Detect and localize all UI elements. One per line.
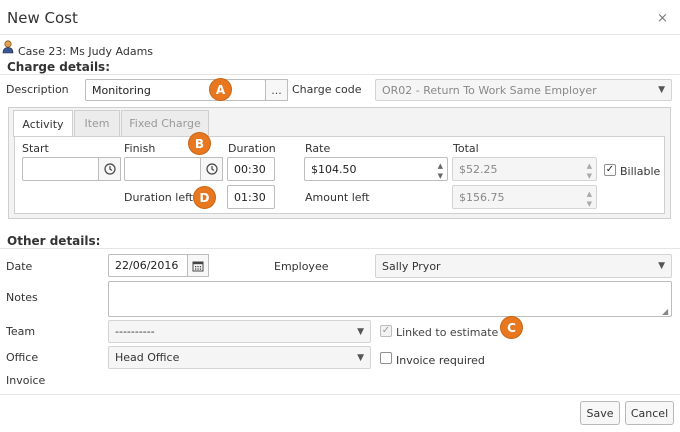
office-value: Head Office xyxy=(115,351,180,364)
date-picker-button[interactable] xyxy=(187,254,209,277)
rate-spinner[interactable]: ▲ ▼ xyxy=(438,161,443,180)
clock-icon xyxy=(103,163,116,175)
billable-label: Billable xyxy=(620,165,661,178)
footer-divider xyxy=(0,394,680,395)
start-time-input[interactable] xyxy=(22,157,99,181)
tab-fixed-charge[interactable]: Fixed Charge xyxy=(121,110,209,136)
check-icon: ✓ xyxy=(605,164,615,175)
amount-left-spinner: ▲ ▼ xyxy=(586,189,592,208)
duration-left-input[interactable]: 01:30 xyxy=(227,185,275,209)
spin-up-icon[interactable]: ▲ xyxy=(438,161,443,171)
chevron-down-icon: ▼ xyxy=(357,352,364,363)
team-select[interactable]: ---------- ▼ xyxy=(108,320,371,343)
spin-down-icon: ▼ xyxy=(586,200,592,208)
total-value: $52.25 xyxy=(459,162,498,176)
start-label: Start xyxy=(22,142,49,155)
charge-code-label: Charge code xyxy=(292,83,362,96)
tab-activity[interactable]: Activity xyxy=(13,110,73,137)
chevron-down-icon: ▼ xyxy=(357,326,364,337)
close-icon[interactable]: × xyxy=(657,11,668,26)
other-details-heading: Other details: xyxy=(7,234,101,248)
rate-input[interactable]: $104.50 ▲ ▼ xyxy=(304,157,448,181)
finish-time-input[interactable] xyxy=(124,157,201,181)
total-label: Total xyxy=(453,142,479,155)
start-clock-button[interactable] xyxy=(98,157,121,181)
charge-code-select[interactable]: OR02 - Return To Work Same Employer ▼ xyxy=(375,79,672,101)
charge-code-value: OR02 - Return To Work Same Employer xyxy=(382,83,597,97)
title-divider xyxy=(0,34,680,35)
description-label: Description xyxy=(6,83,69,96)
invoice-required-label: Invoice required xyxy=(396,354,485,367)
invoice-label: Invoice xyxy=(6,374,46,387)
finish-clock-button[interactable] xyxy=(200,157,223,181)
duration-left-label: Duration left xyxy=(124,191,194,204)
clock-icon xyxy=(205,163,218,175)
linked-to-estimate-label: Linked to estimate xyxy=(396,326,499,339)
check-icon: ✓ xyxy=(381,325,391,336)
spin-up-icon: ▲ xyxy=(586,162,592,170)
callout-badge-a: A xyxy=(210,79,231,100)
tab-item[interactable]: Item xyxy=(74,110,120,136)
employee-value: Sally Pryor xyxy=(382,259,441,273)
chevron-down-icon: ▼ xyxy=(658,85,665,95)
office-label: Office xyxy=(6,351,39,364)
office-select[interactable]: Head Office ▼ xyxy=(108,346,371,369)
linked-to-estimate-checkbox: ✓ xyxy=(380,325,392,337)
date-label: Date xyxy=(6,260,33,273)
date-input[interactable]: 22/06/2016 xyxy=(108,254,188,277)
finish-label: Finish xyxy=(124,142,156,155)
total-spinner: ▲ ▼ xyxy=(586,161,592,180)
team-value: ---------- xyxy=(115,325,155,338)
notes-textarea[interactable] xyxy=(108,281,672,317)
duration-label: Duration xyxy=(228,142,276,155)
amount-left-value: $156.75 xyxy=(459,190,505,204)
spin-down-icon[interactable]: ▼ xyxy=(438,171,443,180)
description-input[interactable]: Monitoring xyxy=(85,79,266,101)
description-lookup-button[interactable]: ... xyxy=(265,79,288,101)
invoice-required-checkbox[interactable] xyxy=(380,352,392,364)
charge-details-heading: Charge details: xyxy=(7,60,111,74)
callout-badge-c: C xyxy=(501,317,522,338)
case-label: Case 23: Ms Judy Adams xyxy=(18,45,154,58)
dialog-title: New Cost xyxy=(7,9,78,27)
rate-value: $104.50 xyxy=(311,162,357,176)
total-input: $52.25 ▲ ▼ xyxy=(452,157,597,181)
callout-badge-b: B xyxy=(189,133,210,154)
resize-handle-icon[interactable]: ◢ xyxy=(662,307,668,316)
amount-left-input: $156.75 ▲ ▼ xyxy=(452,185,597,209)
user-icon xyxy=(2,40,14,54)
employee-select[interactable]: Sally Pryor ▼ xyxy=(375,254,672,278)
charge-details-divider xyxy=(0,74,680,75)
calendar-icon xyxy=(192,261,204,271)
rate-label: Rate xyxy=(305,142,331,155)
billable-checkbox[interactable]: ✓ xyxy=(604,164,616,176)
chevron-down-icon: ▼ xyxy=(658,261,665,271)
spin-up-icon: ▲ xyxy=(586,190,592,198)
cancel-button[interactable]: Cancel xyxy=(625,401,674,425)
duration-input[interactable]: 00:30 xyxy=(227,157,275,181)
callout-badge-d: D xyxy=(194,187,215,208)
team-label: Team xyxy=(6,325,36,338)
save-button[interactable]: Save xyxy=(580,401,620,425)
other-details-divider xyxy=(0,248,680,249)
employee-label: Employee xyxy=(274,260,329,273)
amount-left-label: Amount left xyxy=(305,191,370,204)
spin-down-icon: ▼ xyxy=(586,172,592,180)
notes-label: Notes xyxy=(6,291,38,304)
